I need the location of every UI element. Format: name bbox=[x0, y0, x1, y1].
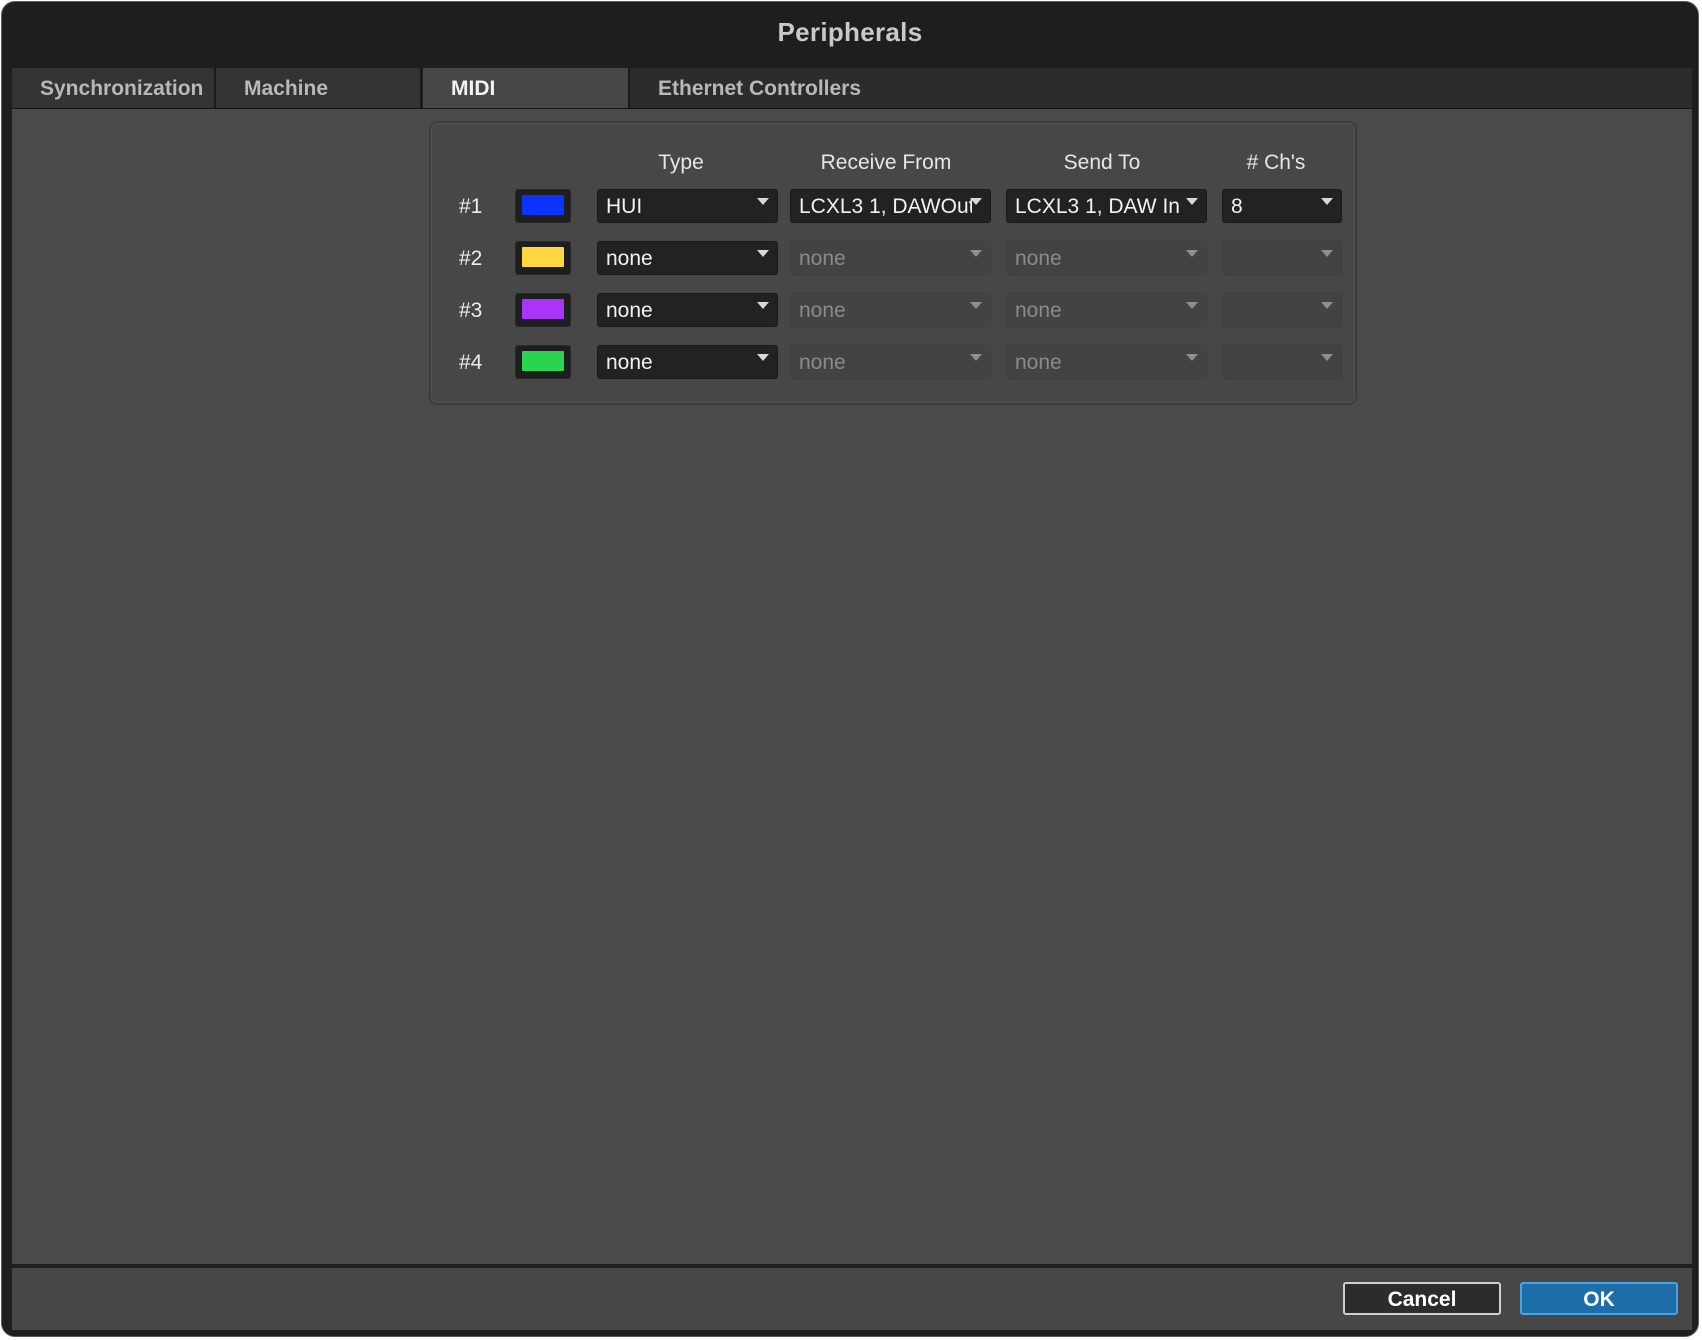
column-header-receive-from: Receive From bbox=[820, 151, 952, 174]
tab-bar: Synchronization Machine Control MIDI Con… bbox=[12, 68, 1692, 142]
chevron-down-icon bbox=[1186, 302, 1198, 309]
type-select[interactable]: HUI bbox=[597, 189, 778, 223]
type-select[interactable]: none bbox=[597, 241, 778, 275]
controller-color-swatch[interactable] bbox=[515, 345, 571, 379]
row-label: #4 bbox=[459, 351, 483, 374]
column-header-send-to: Send To bbox=[1063, 151, 1141, 174]
chevron-down-icon bbox=[970, 250, 982, 257]
chevron-down-icon bbox=[1321, 354, 1333, 361]
tab-midi-controllers[interactable]: MIDI Controllers bbox=[422, 68, 630, 142]
controller-color-swatch[interactable] bbox=[515, 241, 571, 275]
channels-select[interactable]: 8 bbox=[1222, 189, 1342, 223]
row-label: #1 bbox=[459, 195, 483, 218]
chevron-down-icon bbox=[1321, 250, 1333, 257]
peripherals-window: Peripherals Synchronization Machine Cont… bbox=[1, 1, 1699, 1337]
controller-color-swatch[interactable] bbox=[515, 293, 571, 327]
ok-button[interactable]: OK bbox=[1520, 1282, 1678, 1315]
chevron-down-icon bbox=[1186, 250, 1198, 257]
cancel-button[interactable]: Cancel bbox=[1343, 1282, 1501, 1315]
controller-color-swatch[interactable] bbox=[515, 189, 571, 223]
tab-synchronization[interactable]: Synchronization bbox=[12, 68, 216, 108]
type-select[interactable]: none bbox=[597, 345, 778, 379]
chevron-down-icon bbox=[1186, 198, 1198, 205]
chevron-down-icon bbox=[970, 198, 982, 205]
color-fill bbox=[522, 247, 564, 267]
send-to-select[interactable]: none bbox=[1006, 345, 1207, 379]
controllers-panel: Type Receive From Send To # Ch's #1 HUI … bbox=[429, 121, 1357, 405]
title-bar[interactable]: Peripherals bbox=[2, 2, 1698, 62]
send-to-select[interactable]: none bbox=[1006, 241, 1207, 275]
color-fill bbox=[522, 351, 564, 371]
channels-select[interactable] bbox=[1222, 241, 1342, 275]
chevron-down-icon bbox=[757, 198, 769, 205]
chevron-down-icon bbox=[1321, 302, 1333, 309]
send-to-select[interactable]: LCXL3 1, DAW In bbox=[1006, 189, 1207, 223]
dialog-footer: Cancel OK bbox=[12, 1268, 1692, 1330]
color-fill bbox=[522, 299, 564, 319]
color-fill bbox=[522, 195, 564, 215]
chevron-down-icon bbox=[970, 354, 982, 361]
chevron-down-icon bbox=[970, 302, 982, 309]
send-to-select[interactable]: none bbox=[1006, 293, 1207, 327]
receive-from-select[interactable]: none bbox=[790, 345, 991, 379]
chevron-down-icon bbox=[757, 302, 769, 309]
type-select[interactable]: none bbox=[597, 293, 778, 327]
chevron-down-icon bbox=[1321, 198, 1333, 205]
receive-from-select[interactable]: LCXL3 1, DAWOut bbox=[790, 189, 991, 223]
chevron-down-icon bbox=[1186, 354, 1198, 361]
tab-machine-control[interactable]: Machine Control bbox=[216, 68, 422, 142]
receive-from-select[interactable]: none bbox=[790, 241, 991, 275]
window-title: Peripherals bbox=[777, 16, 923, 47]
channels-select[interactable] bbox=[1222, 345, 1342, 379]
chevron-down-icon bbox=[757, 354, 769, 361]
midi-controllers-pane: Type Receive From Send To # Ch's #1 HUI … bbox=[12, 109, 1692, 1264]
row-label: #2 bbox=[459, 247, 483, 270]
receive-from-select[interactable]: none bbox=[790, 293, 991, 327]
column-header-type: Type bbox=[658, 151, 704, 174]
column-header-channels: # Ch's bbox=[1246, 151, 1306, 174]
row-label: #3 bbox=[459, 299, 483, 322]
tab-ethernet-controllers[interactable]: Ethernet Controllers bbox=[630, 68, 890, 108]
chevron-down-icon bbox=[757, 250, 769, 257]
channels-select[interactable] bbox=[1222, 293, 1342, 327]
